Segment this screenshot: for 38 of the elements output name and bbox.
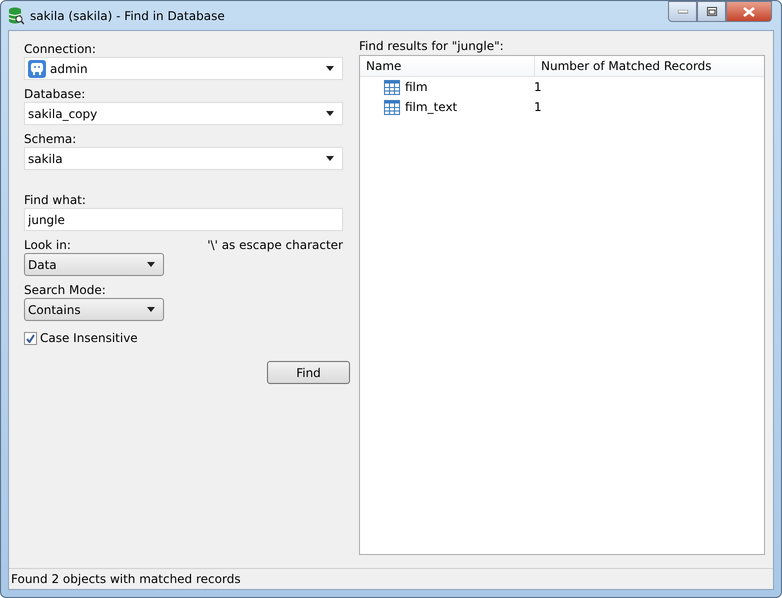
database-search-icon xyxy=(8,6,24,24)
caret-icon xyxy=(326,111,334,116)
find-button[interactable]: Find xyxy=(267,361,350,384)
minimize-button[interactable] xyxy=(668,1,697,22)
field-label: Schema: xyxy=(24,131,78,147)
maximize-button[interactable] xyxy=(697,1,726,22)
dropdown[interactable]: sakila_copy xyxy=(24,102,343,125)
table-name[interactable]: film_text xyxy=(405,100,458,114)
record-count: 1 xyxy=(533,80,542,94)
dropdown[interactable]: sakila xyxy=(24,147,343,170)
dropdown[interactable]: admin xyxy=(24,57,343,80)
field-label: Search Mode: xyxy=(24,282,107,298)
minimize-icon xyxy=(678,10,688,14)
caret-icon xyxy=(326,156,334,161)
caret-icon xyxy=(326,66,334,71)
dropdown[interactable]: Data xyxy=(24,253,164,276)
close-icon xyxy=(743,6,755,16)
results-title: Find results for "jungle": xyxy=(359,38,505,54)
field-label: Database: xyxy=(24,86,86,102)
table-name[interactable]: film xyxy=(405,80,428,94)
table-icon xyxy=(384,80,400,94)
column-header[interactable]: Name xyxy=(360,56,535,76)
checkbox-label: Case Insensitive xyxy=(40,331,138,345)
dropdown[interactable]: Contains xyxy=(24,298,164,321)
field-label: Find what: xyxy=(24,192,87,208)
checkbox[interactable] xyxy=(24,332,37,344)
field-label: Connection: xyxy=(24,41,97,57)
caret-icon xyxy=(147,262,155,267)
table-icon xyxy=(384,100,400,114)
caret-icon xyxy=(147,307,155,312)
escape-note: '\' as escape character xyxy=(207,237,343,253)
field-label: Look in: xyxy=(24,237,71,253)
close-button[interactable] xyxy=(726,1,772,22)
maximize-icon xyxy=(706,7,716,16)
window-title: sakila (sakila) - Find in Database xyxy=(30,8,226,22)
column-header[interactable]: Number of Matched Records xyxy=(535,56,712,76)
record-count: 1 xyxy=(533,100,542,114)
search-field[interactable]: jungle xyxy=(24,208,343,231)
